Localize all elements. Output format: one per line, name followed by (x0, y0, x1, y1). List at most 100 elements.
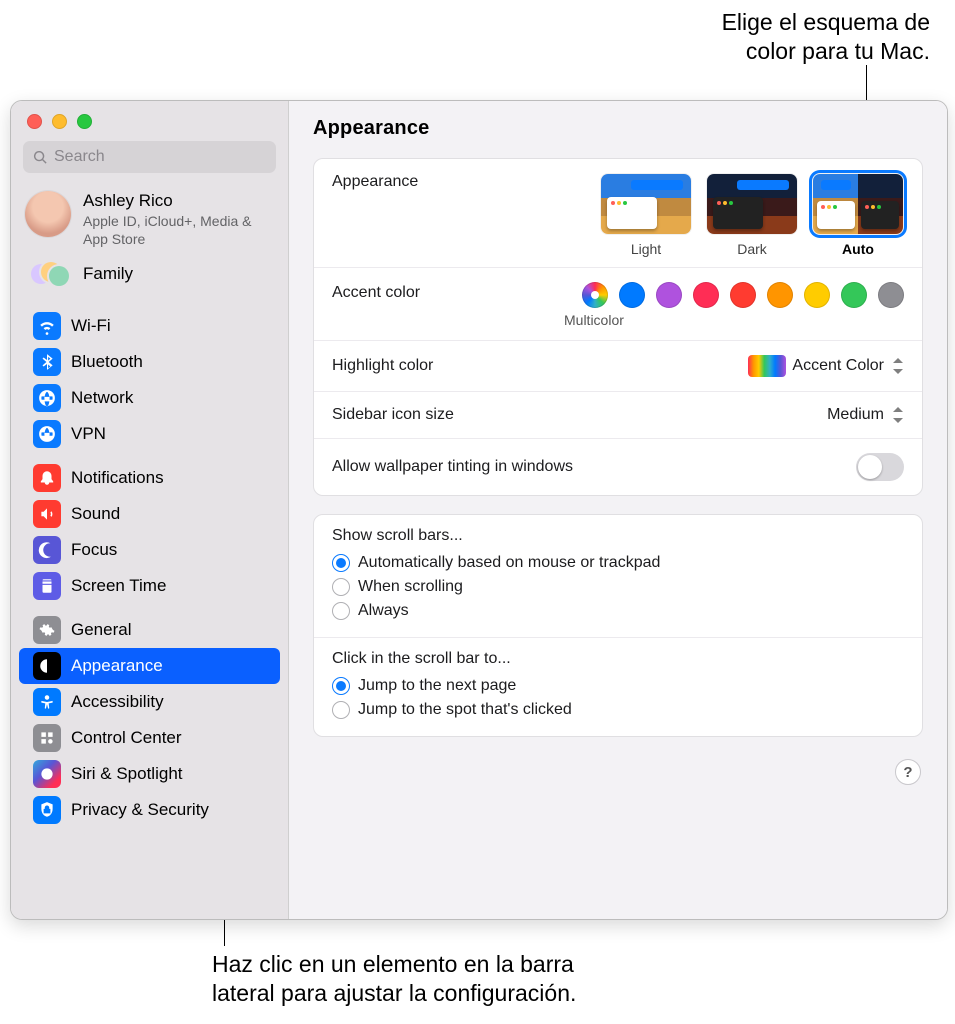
zoom-button[interactable] (77, 114, 92, 129)
appearance-option-dark[interactable]: Dark (706, 173, 798, 257)
appearance-option-label: Dark (706, 241, 798, 257)
accent-blue[interactable] (619, 282, 645, 308)
search-field[interactable] (23, 141, 276, 173)
search-input[interactable] (54, 148, 266, 166)
sidebar-item-siri[interactable]: Siri & Spotlight (19, 756, 280, 792)
help-button[interactable]: ? (895, 759, 921, 785)
sidebar-item-label: VPN (71, 424, 106, 444)
sidebar-item-controlcenter[interactable]: Control Center (19, 720, 280, 756)
radio-icon (332, 602, 350, 620)
sidebar-item-label: Network (71, 388, 133, 408)
sidebar-size-value: Medium (827, 406, 884, 424)
sidebar-size-label: Sidebar icon size (332, 406, 454, 424)
scrollclick-option-0[interactable]: Jump to the next page (332, 674, 904, 698)
tinting-row: Allow wallpaper tinting in windows (314, 438, 922, 495)
radio-icon (332, 578, 350, 596)
scrollclick-group: Click in the scroll bar to... Jump to th… (314, 637, 922, 736)
radio-icon (332, 701, 350, 719)
card-scroll: Show scroll bars... Automatically based … (313, 514, 923, 737)
focus-icon (33, 536, 61, 564)
family-icon (25, 262, 71, 286)
network-icon (33, 384, 61, 412)
chevron-updown-icon (890, 406, 904, 424)
sidebar-item-accessibility[interactable]: Accessibility (19, 684, 280, 720)
appearance-label: Appearance (332, 173, 418, 191)
controlcenter-icon (33, 724, 61, 752)
sidebar-item-label: Focus (71, 540, 117, 560)
minimize-button[interactable] (52, 114, 67, 129)
sidebar-item-network[interactable]: Network (19, 380, 280, 416)
accent-orange[interactable] (767, 282, 793, 308)
sidebar-item-label: Bluetooth (71, 352, 143, 372)
sidebar-item-focus[interactable]: Focus (19, 532, 280, 568)
accent-yellow[interactable] (804, 282, 830, 308)
highlight-value: Accent Color (792, 357, 884, 375)
accent-multicolor[interactable] (582, 282, 608, 308)
general-icon (33, 616, 61, 644)
sidebar-item-appearance[interactable]: Appearance (19, 648, 280, 684)
sidebar-item-label: General (71, 620, 131, 640)
page-title: Appearance (289, 101, 947, 158)
sidebar-item-wifi[interactable]: Wi-Fi (19, 308, 280, 344)
radio-icon (332, 554, 350, 572)
appearance-icon (33, 652, 61, 680)
sidebar-size-row[interactable]: Sidebar icon size Medium (314, 391, 922, 438)
privacy-icon (33, 796, 61, 824)
wifi-icon (33, 312, 61, 340)
sidebar-item-label: Control Center (71, 728, 182, 748)
appearance-option-light[interactable]: Light (600, 173, 692, 257)
scrollbars-option-0[interactable]: Automatically based on mouse or trackpad (332, 551, 904, 575)
tinting-toggle[interactable] (856, 453, 904, 481)
accessibility-icon (33, 688, 61, 716)
sidebar-item-label: Wi-Fi (71, 316, 111, 336)
scrollbars-title: Show scroll bars... (332, 527, 904, 545)
sidebar-item-label: Appearance (71, 656, 163, 676)
accent-purple[interactable] (656, 282, 682, 308)
appearance-option-auto[interactable]: Auto (812, 173, 904, 257)
content: Appearance LightDarkAuto Accent color Mu… (289, 158, 947, 919)
sidebar-item-notifications[interactable]: Notifications (19, 460, 280, 496)
family-row[interactable]: Family (11, 256, 288, 300)
card-appearance: Appearance LightDarkAuto Accent color Mu… (313, 158, 923, 496)
radio-label: Jump to the next page (358, 677, 516, 695)
sidebar-item-label: Siri & Spotlight (71, 764, 183, 784)
highlight-row[interactable]: Highlight color Accent Color (314, 340, 922, 391)
radio-label: Automatically based on mouse or trackpad (358, 554, 660, 572)
scrollclick-option-1[interactable]: Jump to the spot that's clicked (332, 698, 904, 722)
sidebar-item-general[interactable]: General (19, 612, 280, 648)
scrollclick-title: Click in the scroll bar to... (332, 650, 904, 668)
sound-icon (33, 500, 61, 528)
appearance-options: Light Dark Auto (600, 173, 904, 257)
sidebar: Ashley Rico Apple ID, iCloud+, Media & A… (11, 101, 289, 919)
callout-bottom: Haz clic en un elemento en la barra late… (212, 950, 712, 1008)
sidebar-item-vpn[interactable]: VPN (19, 416, 280, 452)
radio-label: Jump to the spot that's clicked (358, 701, 572, 719)
account-row[interactable]: Ashley Rico Apple ID, iCloud+, Media & A… (11, 181, 288, 256)
scrollbars-option-2[interactable]: Always (332, 599, 904, 623)
sidebar-item-label: Screen Time (71, 576, 166, 596)
sidebar-item-label: Accessibility (71, 692, 164, 712)
main-pane: Appearance Appearance Light Dark Auto Acce… (289, 101, 947, 919)
scrollbars-option-1[interactable]: When scrolling (332, 575, 904, 599)
sidebar-item-label: Sound (71, 504, 120, 524)
accent-graphite[interactable] (878, 282, 904, 308)
accent-swatches (582, 282, 904, 308)
tinting-label: Allow wallpaper tinting in windows (332, 458, 573, 476)
close-button[interactable] (27, 114, 42, 129)
bluetooth-icon (33, 348, 61, 376)
sidebar-item-privacy[interactable]: Privacy & Security (19, 792, 280, 828)
vpn-icon (33, 420, 61, 448)
sidebar-item-label: Notifications (71, 468, 164, 488)
sidebar-item-bluetooth[interactable]: Bluetooth (19, 344, 280, 380)
screentime-icon (33, 572, 61, 600)
sidebar-item-label: Privacy & Security (71, 800, 209, 820)
accent-pink[interactable] (693, 282, 719, 308)
sidebar-item-sound[interactable]: Sound (19, 496, 280, 532)
sidebar-item-screentime[interactable]: Screen Time (19, 568, 280, 604)
accent-red[interactable] (730, 282, 756, 308)
siri-icon (33, 760, 61, 788)
window-controls (11, 101, 288, 141)
accent-green[interactable] (841, 282, 867, 308)
appearance-option-label: Light (600, 241, 692, 257)
account-sub: Apple ID, iCloud+, Media & App Store (83, 213, 274, 248)
